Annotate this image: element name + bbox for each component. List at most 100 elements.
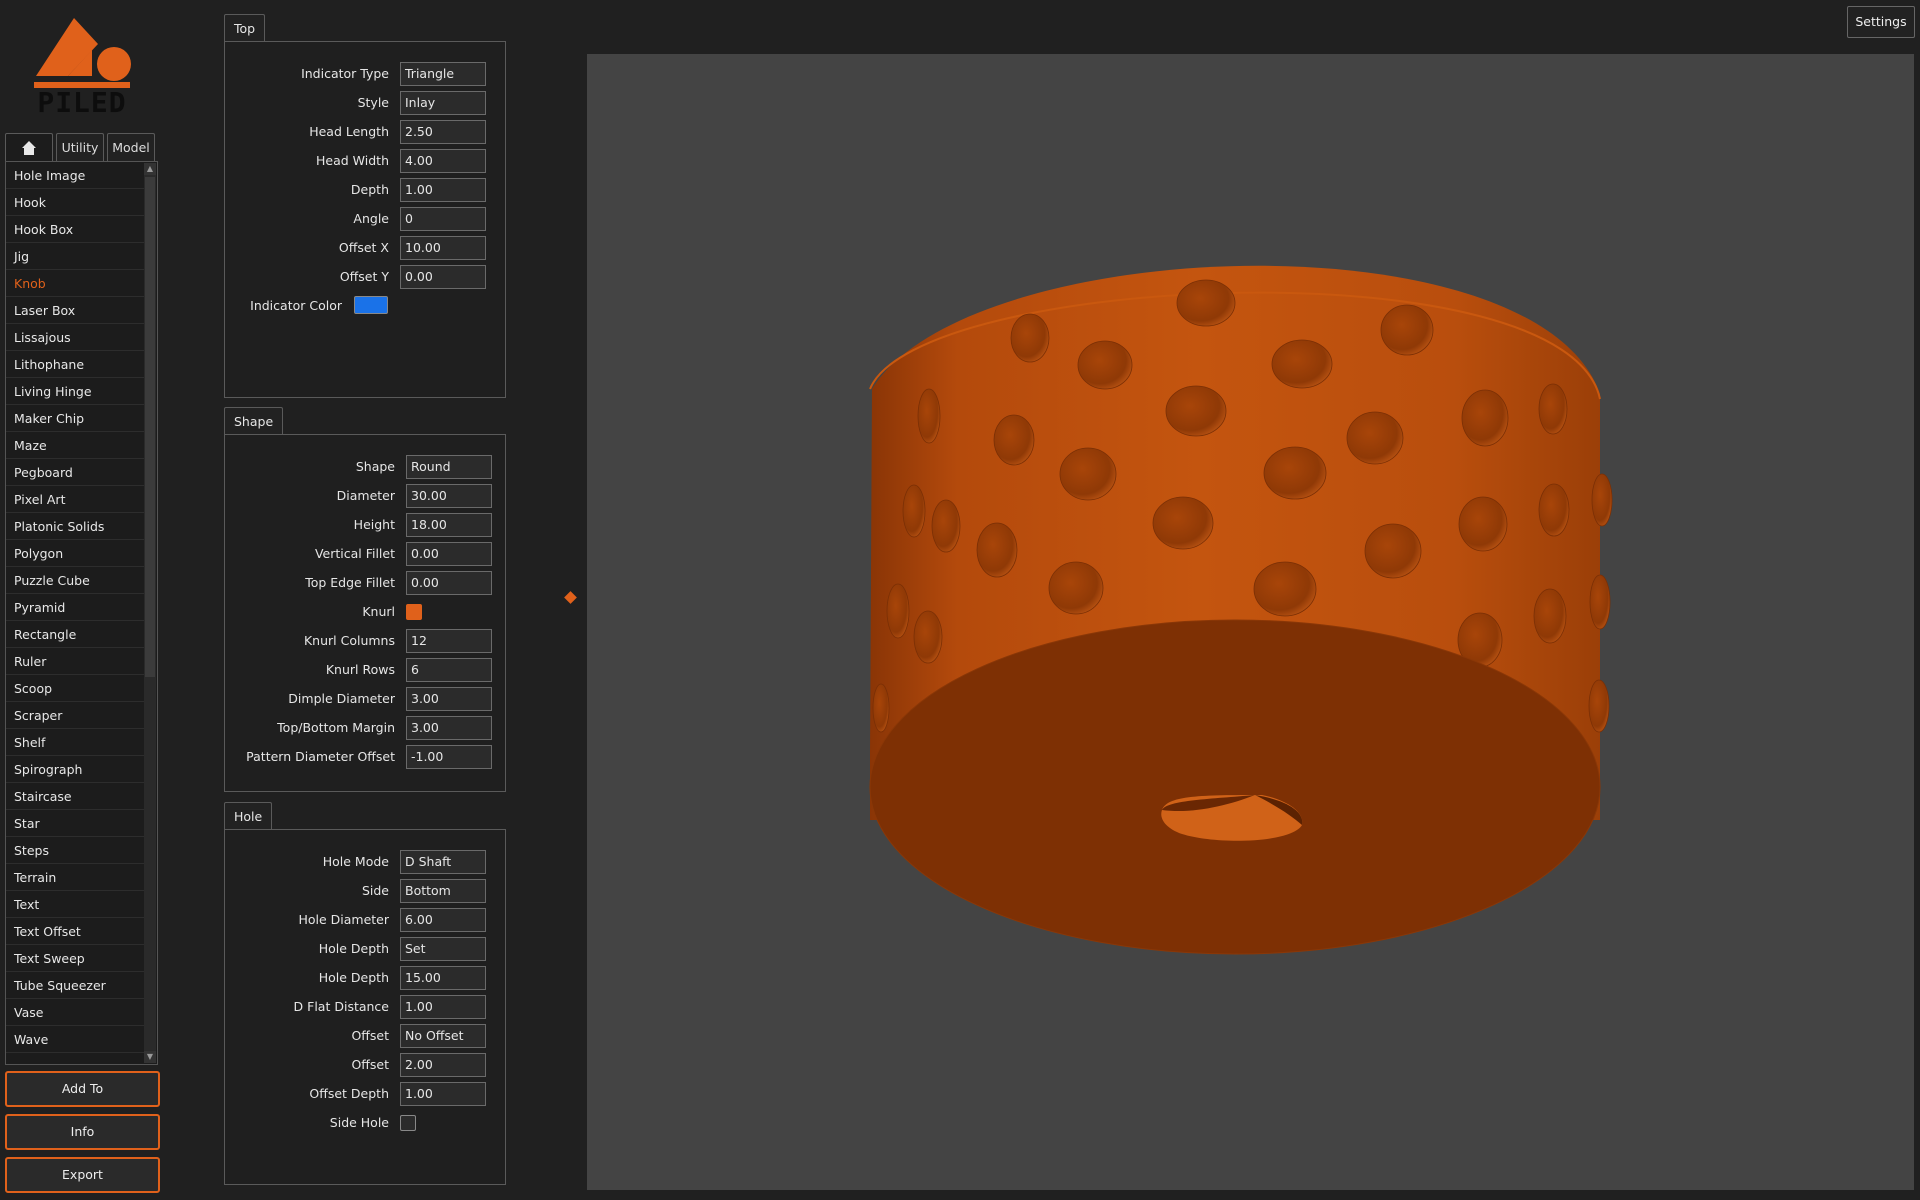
model-list-item[interactable]: Maze bbox=[6, 432, 146, 459]
info-button[interactable]: Info bbox=[5, 1114, 160, 1150]
model-list-item[interactable]: Spirograph bbox=[6, 756, 146, 783]
hole-field-8-field[interactable]: 1.00 bbox=[400, 1082, 486, 1106]
model-list-item[interactable]: Lithophane bbox=[6, 351, 146, 378]
top-field-6-field[interactable]: 10.00 bbox=[400, 236, 486, 260]
model-list-item[interactable]: Knob bbox=[6, 270, 146, 297]
top-field-3-field[interactable]: 4.00 bbox=[400, 149, 486, 173]
panel-tab-top[interactable]: Top bbox=[224, 14, 266, 41]
top-field-1-field[interactable]: Inlay bbox=[400, 91, 486, 115]
shape-field-b-1-label: Knurl Rows bbox=[325, 662, 395, 677]
shape-field-b-4-field[interactable]: -1.00 bbox=[406, 745, 492, 769]
shape-field-1-label: Diameter bbox=[336, 488, 395, 503]
hole-field-6-label: Offset bbox=[351, 1028, 389, 1043]
panel-tab-shape[interactable]: Shape bbox=[224, 407, 284, 434]
model-list-item[interactable]: Text Offset bbox=[6, 918, 146, 945]
side-hole-checkbox[interactable] bbox=[400, 1115, 416, 1131]
model-list-item[interactable]: Platonic Solids bbox=[6, 513, 146, 540]
hole-field-2-row: Hole Diameter 6.00 bbox=[225, 908, 507, 932]
model-list-item[interactable]: Hole Image bbox=[6, 162, 146, 189]
scrollbar-thumb[interactable] bbox=[145, 177, 155, 677]
model-list-item[interactable]: Steps bbox=[6, 837, 146, 864]
settings-button[interactable]: Settings bbox=[1847, 6, 1915, 38]
add-to-button[interactable]: Add To bbox=[5, 1071, 160, 1107]
model-list-item[interactable]: Lissajous bbox=[6, 324, 146, 351]
shape-field-b-1-row: Knurl Rows 6 bbox=[225, 658, 507, 682]
hole-field-5-field[interactable]: 1.00 bbox=[400, 995, 486, 1019]
panel-collapse-handle[interactable] bbox=[564, 591, 577, 604]
shape-field-2-field[interactable]: 18.00 bbox=[406, 513, 492, 537]
top-field-5-field[interactable]: 0 bbox=[400, 207, 486, 231]
hole-field-7-field[interactable]: 2.00 bbox=[400, 1053, 486, 1077]
top-field-6-label: Offset X bbox=[338, 240, 389, 255]
shape-field-4-field[interactable]: 0.00 bbox=[406, 571, 492, 595]
model-list-item[interactable]: Puzzle Cube bbox=[6, 567, 146, 594]
shape-panel: Shape Round Diameter 30.00 Height 18.00 Vertic… bbox=[224, 434, 506, 792]
model-list-item[interactable]: Staircase bbox=[6, 783, 146, 810]
model-list-item[interactable]: Terrain bbox=[6, 864, 146, 891]
model-list-item[interactable]: Wave bbox=[6, 1026, 146, 1053]
model-list-item[interactable]: Scoop bbox=[6, 675, 146, 702]
model-list-item[interactable]: Laser Box bbox=[6, 297, 146, 324]
scroll-down-arrow-icon[interactable]: ▼ bbox=[144, 1051, 156, 1063]
hole-field-4-field[interactable]: 15.00 bbox=[400, 966, 486, 990]
hole-field-3-field[interactable]: Set bbox=[400, 937, 486, 961]
hole-field-4-row: Hole Depth 15.00 bbox=[225, 966, 507, 990]
tab-model[interactable]: Model bbox=[107, 133, 155, 161]
top-field-4-label: Depth bbox=[350, 182, 389, 197]
model-list-item[interactable]: Pyramid bbox=[6, 594, 146, 621]
list-scrollbar[interactable]: ▲ ▼ bbox=[144, 163, 156, 1063]
model-list-item[interactable]: Star bbox=[6, 810, 146, 837]
model-list-item[interactable]: Living Hinge bbox=[6, 378, 146, 405]
model-list-item[interactable]: Rectangle bbox=[6, 621, 146, 648]
model-list-item[interactable]: Shelf bbox=[6, 729, 146, 756]
scroll-up-arrow-icon[interactable]: ▲ bbox=[144, 163, 156, 175]
model-list-item[interactable]: Vase bbox=[6, 999, 146, 1026]
shape-field-1-field[interactable]: 30.00 bbox=[406, 484, 492, 508]
top-field-4-field[interactable]: 1.00 bbox=[400, 178, 486, 202]
top-field-2-field[interactable]: 2.50 bbox=[400, 120, 486, 144]
export-button[interactable]: Export bbox=[5, 1157, 160, 1193]
hole-field-6-field[interactable]: No Offset bbox=[400, 1024, 486, 1048]
hole-field-1-field[interactable]: Bottom bbox=[400, 879, 486, 903]
top-field-4-row: Depth 1.00 bbox=[225, 178, 507, 202]
hole-field-4-label: Hole Depth bbox=[318, 970, 389, 985]
shape-field-0-field[interactable]: Round bbox=[406, 455, 492, 479]
model-list-item[interactable]: Pegboard bbox=[6, 459, 146, 486]
model-list-item[interactable]: Jig bbox=[6, 243, 146, 270]
hole-field-0-field[interactable]: D Shaft bbox=[400, 850, 486, 874]
model-list-item[interactable]: Hook bbox=[6, 189, 146, 216]
shape-field-0-row: Shape Round bbox=[225, 455, 507, 479]
indicator-color-swatch[interactable] bbox=[354, 296, 388, 314]
shape-field-2-row: Height 18.00 bbox=[225, 513, 507, 537]
shape-field-b-2-row: Dimple Diameter 3.00 bbox=[225, 687, 507, 711]
top-field-5-row: Angle 0 bbox=[225, 207, 507, 231]
hole-panel: Hole Mode D Shaft Side Bottom Hole Diameter 6… bbox=[224, 829, 506, 1185]
hole-field-2-field[interactable]: 6.00 bbox=[400, 908, 486, 932]
model-list-item[interactable]: Ruler bbox=[6, 648, 146, 675]
3d-viewport[interactable] bbox=[587, 54, 1914, 1190]
model-list-item[interactable]: Tube Squeezer bbox=[6, 972, 146, 999]
model-list[interactable]: Hole Image Hook Hook Box Jig Knob Laser Box Li… bbox=[5, 161, 158, 1065]
model-list-item[interactable]: Text Sweep bbox=[6, 945, 146, 972]
model-list-item[interactable]: Scraper bbox=[6, 702, 146, 729]
shape-field-4-row: Top Edge Fillet 0.00 bbox=[225, 571, 507, 595]
top-field-7-field[interactable]: 0.00 bbox=[400, 265, 486, 289]
model-list-item[interactable]: Text bbox=[6, 891, 146, 918]
shape-field-b-2-field[interactable]: 3.00 bbox=[406, 687, 492, 711]
shape-field-3-field[interactable]: 0.00 bbox=[406, 542, 492, 566]
top-field-0-field[interactable]: Triangle bbox=[400, 62, 486, 86]
shape-field-b-3-field[interactable]: 3.00 bbox=[406, 716, 492, 740]
model-list-item[interactable]: Hook Box bbox=[6, 216, 146, 243]
hole-field-2-label: Hole Diameter bbox=[298, 912, 389, 927]
shape-field-b-0-row: Knurl Columns 12 bbox=[225, 629, 507, 653]
shape-field-b-1-field[interactable]: 6 bbox=[406, 658, 492, 682]
panel-tab-hole[interactable]: Hole bbox=[224, 802, 273, 829]
model-list-item[interactable]: Pixel Art bbox=[6, 486, 146, 513]
model-list-item[interactable]: Polygon bbox=[6, 540, 146, 567]
model-list-item[interactable]: Maker Chip bbox=[6, 405, 146, 432]
tab-utility[interactable]: Utility bbox=[56, 133, 104, 161]
tab-home[interactable] bbox=[5, 133, 53, 161]
knurl-checkbox[interactable] bbox=[406, 604, 422, 620]
hole-field-5-label: D Flat Distance bbox=[293, 999, 389, 1014]
shape-field-b-0-field[interactable]: 12 bbox=[406, 629, 492, 653]
